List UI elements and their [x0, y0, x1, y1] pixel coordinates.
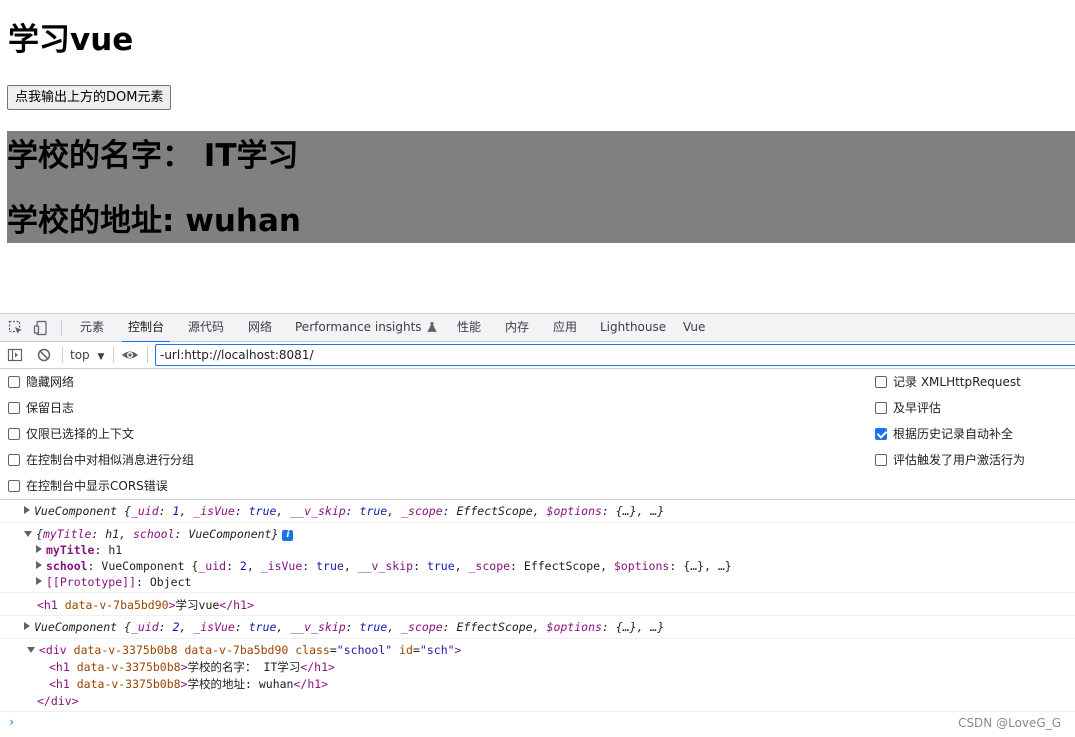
tab-console[interactable]: 控制台 — [121, 314, 171, 343]
expand-arrow-icon[interactable] — [24, 506, 30, 514]
dom-node[interactable]: <div data-v-3375b0b8 data-v-7ba5bd90 cla… — [27, 642, 461, 658]
tab-lighthouse[interactable]: Lighthouse — [600, 314, 666, 342]
school-address-heading: 学校的地址: wuhan — [7, 203, 301, 239]
expand-arrow-icon[interactable] — [36, 561, 42, 569]
clear-console-icon[interactable] — [36, 347, 52, 363]
sidebar-toggle-icon[interactable] — [7, 347, 23, 363]
console-message[interactable]: <div data-v-3375b0b8 data-v-7ba5bd90 cla… — [0, 639, 1075, 712]
school-name-heading: 学校的名字： IT学习 — [7, 138, 299, 174]
school-box: 学校的名字： IT学习 学校的地址: wuhan — [7, 131, 1075, 243]
console-filter-input[interactable]: -url:http://localhost:8081/ — [155, 344, 1075, 366]
console-message[interactable]: <h1 data-v-7ba5bd90>学习vue</h1> — [0, 593, 1075, 616]
console-prompt[interactable]: › — [8, 715, 15, 729]
checkbox[interactable] — [8, 428, 20, 440]
object-summary[interactable]: {myTitle: h1, school: VueComponent} i — [24, 526, 294, 542]
console-settings: 隐藏网络 保留日志 仅限已选择的上下文 在控制台中对相似消息进行分组 在控制台中… — [0, 369, 1075, 500]
dom-node-child[interactable]: <h1 data-v-3375b0b8>学校的地址: wuhan</h1> — [49, 676, 328, 692]
dom-node-close: </div> — [37, 694, 79, 708]
console-message[interactable]: VueComponent {_uid: 2, _isVue: true, __v… — [0, 616, 1075, 639]
tab-performance-insights-label: Performance insights — [295, 320, 422, 334]
context-selector[interactable]: top ▼ — [70, 347, 104, 363]
tab-memory[interactable]: 内存 — [505, 314, 529, 342]
object-property[interactable]: myTitle: h1 — [36, 542, 122, 558]
inspect-element-icon[interactable] — [8, 320, 24, 336]
checkbox[interactable] — [8, 454, 20, 466]
checkbox[interactable] — [875, 376, 887, 388]
info-icon[interactable]: i — [282, 530, 294, 541]
chevron-down-icon: ▼ — [97, 352, 105, 362]
checkbox[interactable] — [8, 376, 20, 388]
expand-arrow-icon[interactable] — [36, 545, 42, 553]
object-summary[interactable]: VueComponent {_uid: 1, _isVue: true, __v… — [24, 503, 664, 519]
console-toolbar: top ▼ -url:http://localhost:8081/ — [0, 342, 1075, 369]
collapse-arrow-icon[interactable] — [24, 531, 32, 537]
tab-performance-insights[interactable]: Performance insights — [295, 314, 438, 342]
eye-icon[interactable] — [121, 347, 138, 363]
dom-node[interactable]: <h1 data-v-7ba5bd90>学习vue</h1> — [37, 597, 254, 613]
tab-elements[interactable]: 元素 — [80, 314, 104, 342]
object-summary[interactable]: VueComponent {_uid: 2, _isVue: true, __v… — [24, 619, 664, 635]
page-title: 学习vue — [8, 22, 134, 58]
collapse-arrow-icon[interactable] — [27, 647, 35, 653]
console-message[interactable]: VueComponent {_uid: 1, _isVue: true, __v… — [0, 500, 1075, 523]
toolbar-divider — [113, 347, 114, 363]
devtools-tabbar: 元素 控制台 源代码 网络 Performance insights 性能 内存… — [0, 314, 1075, 343]
toolbar-divider — [147, 347, 148, 363]
devtools-panel: 元素 控制台 源代码 网络 Performance insights 性能 内存… — [0, 313, 1075, 737]
checkbox[interactable] — [8, 480, 20, 492]
context-selector-label: top — [70, 348, 90, 362]
tab-performance[interactable]: 性能 — [457, 314, 481, 342]
page-content: 学习vue 点我输出上方的DOM元素 学校的名字： IT学习 学校的地址: wu… — [0, 0, 1075, 313]
flask-icon — [427, 322, 438, 332]
tab-vue[interactable]: Vue — [683, 314, 705, 342]
checkbox[interactable] — [875, 402, 887, 414]
tabbar-divider — [61, 320, 62, 336]
tab-application[interactable]: 应用 — [553, 314, 577, 342]
checkbox-checked[interactable] — [875, 428, 887, 440]
console-output: VueComponent {_uid: 1, _isVue: true, __v… — [0, 500, 1075, 737]
tab-network[interactable]: 网络 — [248, 314, 272, 342]
object-property[interactable]: school: VueComponent {_uid: 2, _isVue: t… — [36, 558, 732, 574]
checkbox[interactable] — [875, 454, 887, 466]
console-message[interactable]: {myTitle: h1, school: VueComponent} i myT… — [0, 523, 1075, 593]
checkbox[interactable] — [8, 402, 20, 414]
tab-sources[interactable]: 源代码 — [188, 314, 224, 342]
device-toolbar-icon[interactable] — [33, 320, 49, 336]
watermark: CSDN @LoveG_G — [958, 716, 1061, 730]
print-dom-button[interactable]: 点我输出上方的DOM元素 — [7, 85, 172, 110]
expand-arrow-icon[interactable] — [24, 622, 30, 630]
expand-arrow-icon[interactable] — [36, 577, 42, 585]
dom-node-child[interactable]: <h1 data-v-3375b0b8>学校的名字： IT学习</h1> — [49, 659, 335, 675]
toolbar-divider — [62, 347, 63, 363]
object-property[interactable]: [[Prototype]]: Object — [36, 574, 191, 590]
